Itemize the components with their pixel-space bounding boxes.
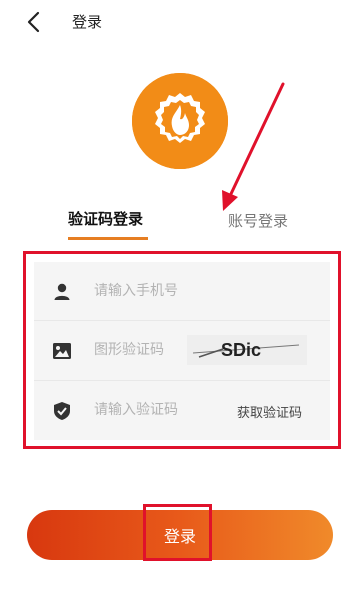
- app-logo: [132, 73, 228, 169]
- tab-sms-login[interactable]: 验证码登录: [68, 208, 143, 229]
- annotation-box-login: [143, 504, 212, 561]
- page-title: 登录: [72, 13, 103, 31]
- header: 登录: [0, 0, 360, 44]
- login-tabs: 验证码登录 账号登录: [0, 200, 360, 242]
- annotation-box-form: [23, 251, 341, 449]
- active-tab-indicator: [68, 237, 148, 240]
- flame-badge-icon: [132, 73, 228, 169]
- chevron-left-icon[interactable]: [22, 8, 46, 36]
- tab-account-login[interactable]: 账号登录: [228, 210, 288, 231]
